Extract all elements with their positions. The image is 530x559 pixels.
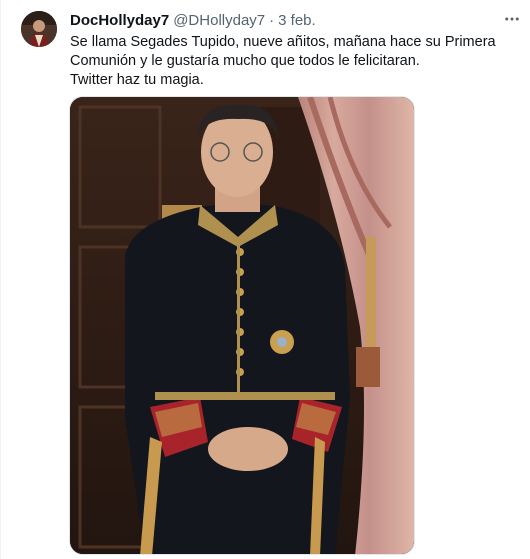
tweet-text-line: Comunión y le gustaría mucho que todos l…	[70, 53, 420, 69]
more-options-icon[interactable]	[501, 9, 523, 29]
tweet-date[interactable]: 3 feb.	[278, 12, 316, 29]
avatar[interactable]	[21, 11, 57, 47]
tweet-text-line: Twitter haz tu magia.	[70, 72, 204, 88]
display-name[interactable]: DocHollyday7	[70, 11, 169, 31]
tweet-media-photo[interactable]	[69, 96, 415, 555]
tweet-header: DocHollyday7 @DHollyday7 · 3 feb.	[70, 11, 316, 31]
tweet-text-line: Se llama Segades Tupido, nueve añitos, m…	[70, 34, 496, 50]
tweet-card[interactable]: DocHollyday7 @DHollyday7 · 3 feb. Se llama…	[0, 0, 530, 559]
user-handle[interactable]: @DHollyday7	[173, 12, 265, 29]
separator-dot: ·	[269, 12, 275, 29]
tweet-text: Se llama Segades Tupido, nueve añitos, m…	[70, 33, 510, 90]
tweet-meta: @DHollyday7 · 3 feb.	[173, 11, 315, 31]
